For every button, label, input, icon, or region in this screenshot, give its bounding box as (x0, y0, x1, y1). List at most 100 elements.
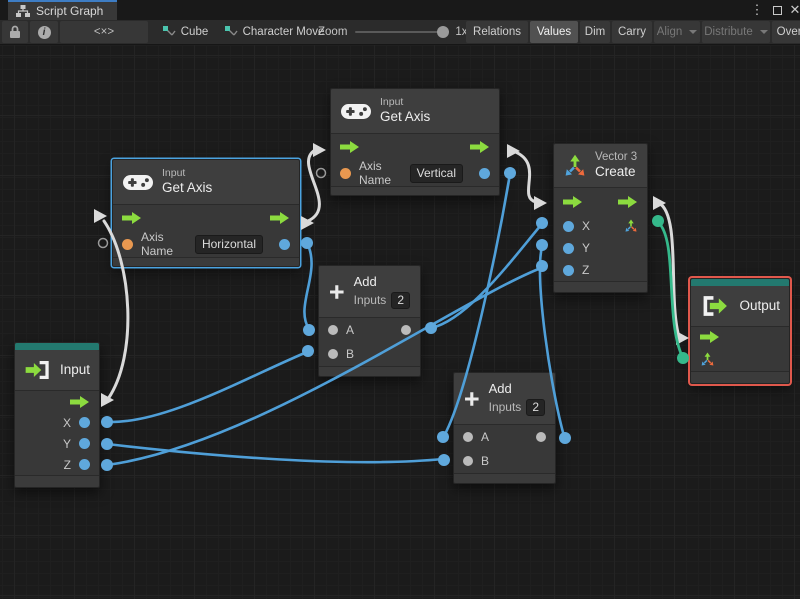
node-get-axis-horizontal[interactable]: Input Get Axis Axis Name Horizontal (112, 159, 300, 267)
port-label: A (481, 430, 490, 445)
string-input-port[interactable] (122, 238, 133, 250)
node-output[interactable]: Output (690, 278, 790, 384)
port-label: X (62, 415, 71, 430)
flow-input-port[interactable] (122, 212, 142, 224)
zoom-slider-handle[interactable] (437, 26, 450, 38)
value-output-port[interactable] (536, 432, 546, 443)
node-vector3-create[interactable]: Vector 3 Create X Y Z (553, 143, 648, 294)
flow-output-port[interactable] (70, 395, 90, 408)
breadcrumb-character-move-label: Character Move (242, 26, 325, 38)
node-header[interactable]: Add Inputs 2 (319, 266, 420, 319)
node-add-2[interactable]: Add Inputs 2 A B (453, 372, 556, 485)
value-output-port[interactable] (479, 167, 490, 179)
window-close-icon[interactable]: ✕ (786, 0, 800, 20)
vector3-input-port[interactable] (700, 352, 715, 367)
value-output-port-y[interactable] (79, 438, 90, 449)
node-header[interactable]: Input Get Axis (113, 160, 299, 205)
port-label: B (346, 347, 355, 362)
node-footer (331, 186, 499, 195)
gamepad-icon (341, 103, 371, 119)
node-header[interactable]: Add Inputs 2 (454, 373, 555, 426)
graph-input-icon (25, 360, 49, 380)
brackets-icon: <×> (93, 26, 115, 38)
unit-color-bar (691, 279, 789, 286)
node-category: Vector 3 (595, 151, 638, 163)
distribute-dropdown[interactable]: Distribute (702, 21, 770, 43)
inputs-count-field[interactable]: 2 (526, 399, 545, 417)
info-icon: i (37, 25, 51, 39)
node-title: Create (595, 164, 636, 180)
value-input-port-z[interactable] (563, 264, 574, 276)
node-add-1[interactable]: Add Inputs 2 A B (318, 265, 421, 378)
values-button[interactable]: Values (530, 21, 578, 43)
value-input-port-x[interactable] (563, 220, 574, 232)
flow-input-port[interactable] (563, 195, 583, 208)
port-label: Y (62, 436, 71, 451)
plus-icon (465, 391, 479, 406)
graph-node-icon (224, 26, 238, 36)
gamepad-icon (123, 174, 153, 190)
node-category: Input (162, 167, 186, 179)
value-output-port[interactable] (401, 325, 411, 336)
value-input-port-b[interactable] (328, 349, 338, 360)
value-output-port[interactable] (279, 238, 290, 250)
code-preview-button[interactable]: <×> (60, 21, 148, 43)
overview-button[interactable]: Overv (772, 21, 800, 43)
port-label: Axis Name (359, 159, 392, 187)
port-label: X (582, 219, 591, 234)
node-header[interactable]: Input (15, 350, 99, 391)
node-title: Add (353, 274, 377, 289)
flow-output-port[interactable] (470, 141, 490, 153)
axis-name-field[interactable]: Vertical (409, 163, 463, 183)
flow-output-port[interactable] (270, 212, 290, 224)
distribute-label: Distribute (704, 26, 753, 38)
port-label: Axis Name (141, 230, 174, 258)
flow-output-port[interactable] (618, 195, 638, 208)
node-header[interactable]: Input Get Axis (331, 89, 499, 134)
window-maximize-icon[interactable] (768, 0, 786, 20)
node-header[interactable]: Vector 3 Create (554, 144, 647, 189)
value-output-port-x[interactable] (79, 417, 90, 428)
node-footer (319, 366, 420, 377)
breadcrumb-character-move[interactable]: Character Move (222, 21, 326, 43)
relations-button[interactable]: Relations (466, 21, 528, 43)
script-graph-icon (16, 5, 30, 17)
carry-button[interactable]: Carry (612, 21, 652, 43)
dim-button[interactable]: Dim (580, 21, 610, 43)
vector3-output-port[interactable] (624, 219, 638, 233)
flow-input-port[interactable] (340, 141, 360, 153)
value-input-port-a[interactable] (328, 325, 338, 336)
axis-name-field[interactable]: Horizontal (194, 234, 263, 254)
node-title: Add (488, 381, 512, 396)
node-footer (15, 475, 99, 487)
flow-input-port[interactable] (700, 331, 720, 343)
zoom-slider[interactable] (355, 26, 450, 38)
port-label: Z (582, 263, 590, 278)
zoom-label: Zoom (318, 26, 348, 38)
plus-icon (330, 284, 344, 299)
node-input[interactable]: Input X Y Z (14, 342, 100, 488)
value-input-port-y[interactable] (563, 242, 574, 254)
value-input-port-b[interactable] (463, 456, 473, 467)
tab-bar: Script Graph ⋮ ✕ (0, 0, 800, 20)
node-header[interactable]: Output (691, 286, 789, 327)
node-get-axis-vertical[interactable]: Input Get Axis Axis Name Vertical (330, 88, 500, 196)
lock-button[interactable] (2, 21, 28, 43)
inputs-count-field[interactable]: 2 (391, 292, 410, 310)
string-input-port[interactable] (340, 167, 351, 179)
graph-output-icon (703, 296, 727, 316)
window-menu-icon[interactable]: ⋮ (748, 0, 766, 20)
breadcrumb-cube[interactable]: Cube (152, 21, 218, 43)
align-dropdown[interactable]: Align (654, 21, 700, 43)
unit-color-bar (15, 343, 99, 350)
value-input-port-a[interactable] (463, 432, 473, 443)
align-label: Align (656, 26, 683, 38)
tab-script-graph[interactable]: Script Graph (8, 0, 118, 20)
node-title: Get Axis (162, 180, 213, 196)
info-button[interactable]: i (30, 21, 58, 43)
node-title: Input (59, 361, 90, 377)
relations-label: Relations (473, 26, 521, 38)
graph-node-icon (162, 26, 176, 36)
value-output-port-z[interactable] (79, 459, 90, 470)
zoom-control: Zoom 1x (318, 20, 468, 44)
